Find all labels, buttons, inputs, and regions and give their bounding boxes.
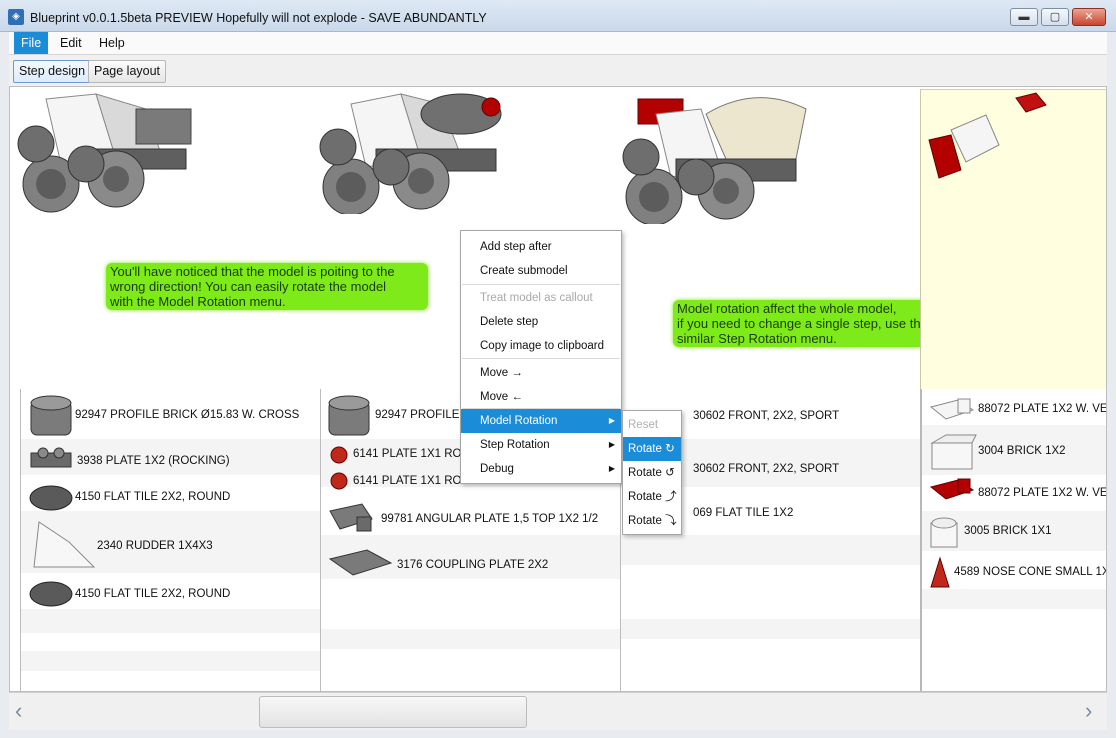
part-label: 2340 RUDDER 1X4X3 <box>97 540 213 552</box>
part-label: 30602 FRONT, 2X2, SPORT <box>693 463 840 475</box>
part-92947-icon <box>30 395 72 436</box>
window-title: Blueprint v0.0.1.5beta PREVIEW Hopefully… <box>30 11 487 25</box>
part-3004-icon <box>930 434 977 470</box>
part-3176-icon <box>328 549 393 576</box>
part-label: 3005 BRICK 1X1 <box>964 525 1052 537</box>
part-label: 92947 PROFILE BRICK Ø15.83 W. CROSS <box>75 409 300 421</box>
note-line: wrong direction! You can easily rotate t… <box>110 279 387 294</box>
part-2340-icon <box>33 521 96 568</box>
part-4589-icon <box>930 556 950 588</box>
menu-step-rotation-label: Step Rotation <box>480 439 550 451</box>
note-line: with the Model Rotation menu. <box>110 294 286 309</box>
bom-list-callout: 88072 PLATE 1X2 W. VERTI 3004 BRICK 1X2 … <box>920 389 1107 691</box>
callout-model-image[interactable] <box>921 90 1051 190</box>
table-row <box>21 651 320 671</box>
menu-debug[interactable]: Debug ▶ <box>461 457 621 481</box>
part-label: 99781 ANGULAR PLATE 1,5 TOP 1X2 1/2 <box>381 513 599 525</box>
part-88072-red-icon <box>929 478 975 500</box>
tab-page-layout[interactable]: Page layout <box>88 60 167 83</box>
submenu-arrow-icon: ▶ <box>608 416 615 425</box>
scroll-left-arrow-icon[interactable]: ‹ <box>15 700 31 722</box>
menu-move-right[interactable]: Move → <box>461 361 621 385</box>
table-row <box>321 629 620 649</box>
scroll-right-arrow-icon[interactable]: › <box>1085 700 1101 722</box>
note-line: Model rotation affect the whole model, <box>677 301 897 316</box>
minimize-button[interactable]: ▬ <box>1010 8 1038 26</box>
maximize-button[interactable]: ▢ <box>1041 8 1069 26</box>
menu-separator <box>462 358 620 359</box>
part-3938-icon <box>30 447 72 468</box>
menu-edit[interactable]: Edit <box>53 32 89 54</box>
part-label: 4150 FLAT TILE 2X2, ROUND <box>75 491 231 503</box>
maximize-icon: ▢ <box>1049 11 1061 23</box>
submenu-rotate-up[interactable]: Rotate ⤴ <box>623 485 681 509</box>
part-label: 069 FLAT TILE 1X2 <box>693 507 794 519</box>
step-1-model-image[interactable] <box>16 89 206 214</box>
title-bar: ◈ Blueprint v0.0.1.5beta PREVIEW Hopeful… <box>0 0 1116 32</box>
table-row <box>922 589 1106 609</box>
menu-copy-image[interactable]: Copy image to clipboard <box>461 334 621 358</box>
part-92947-icon <box>328 395 370 436</box>
table-row <box>621 535 920 565</box>
menu-bar: File Edit Help <box>9 32 1107 55</box>
menu-create-submodel[interactable]: Create submodel <box>461 259 621 283</box>
table-row <box>621 619 920 639</box>
note-line: if you need to change a single step, use… <box>677 316 928 331</box>
close-button[interactable]: ✕ <box>1072 8 1106 26</box>
submenu-reset: Reset <box>628 419 659 431</box>
menu-file[interactable]: File <box>14 32 49 54</box>
part-label: 88072 PLATE 1X2 W. VERTI <box>978 403 1107 415</box>
submenu-rotate-cw[interactable]: Rotate ↻ <box>623 437 681 461</box>
note-line: You'll have noticed that the model is po… <box>110 264 395 279</box>
part-label: 4150 FLAT TILE 2X2, ROUND <box>75 588 231 600</box>
part-6141-icon <box>330 446 348 464</box>
menu-model-rotation[interactable]: Model Rotation ▶ <box>461 409 621 433</box>
part-4150-icon <box>29 581 73 607</box>
menu-add-step-after[interactable]: Add step after <box>461 235 621 259</box>
submenu-arrow-icon: ▶ <box>608 464 615 473</box>
tab-step-design[interactable]: Step design <box>13 60 92 83</box>
part-label: 3176 COUPLING PLATE 2X2 <box>397 559 549 571</box>
part-label: 3938 PLATE 1X2 (ROCKING) <box>77 455 230 467</box>
part-label: 88072 PLATE 1X2 W. VERTI <box>978 487 1107 499</box>
note-line: similar Step Rotation menu. <box>677 331 837 346</box>
submenu-arrow-icon: ▶ <box>608 440 615 449</box>
bom-list-step-1: 92947 PROFILE BRICK Ø15.83 W. CROSS 3938… <box>20 389 320 691</box>
close-icon: ✕ <box>1084 11 1094 23</box>
step-3-model-image[interactable] <box>616 89 816 224</box>
menu-delete-step[interactable]: Delete step <box>461 310 621 334</box>
menu-treat-as-callout: Treat model as callout <box>480 292 593 304</box>
step-2-model-image[interactable] <box>316 89 516 214</box>
tab-bar: Step design Page layout <box>9 55 1107 86</box>
part-88072-icon <box>929 398 975 420</box>
submenu-rotate-down[interactable]: Rotate ⤵ <box>623 509 681 533</box>
menu-debug-label: Debug <box>480 463 514 475</box>
tip-note-left[interactable]: You'll have noticed that the model is po… <box>106 263 428 310</box>
table-row <box>21 609 320 633</box>
menu-step-rotation[interactable]: Step Rotation ▶ <box>461 433 621 457</box>
submenu-rotate-ccw[interactable]: Rotate ↺ <box>623 461 681 485</box>
part-label: 30602 FRONT, 2X2, SPORT <box>693 410 840 422</box>
menu-move-left[interactable]: Move ← <box>461 385 621 409</box>
horizontal-scrollbar[interactable]: ‹ › <box>9 692 1107 730</box>
menu-separator <box>462 284 620 285</box>
tip-note-right[interactable]: Model rotation affect the whole model, i… <box>673 300 961 347</box>
part-label: 4589 NOSE CONE SMALL 1X1 <box>954 566 1107 578</box>
menu-help[interactable]: Help <box>92 32 132 54</box>
part-99781-icon <box>329 503 373 532</box>
part-6141-icon <box>330 472 348 490</box>
part-3005-icon <box>930 517 958 548</box>
menu-model-rotation-label: Model Rotation <box>480 415 558 427</box>
part-4150-icon <box>29 485 73 511</box>
part-label: 3004 BRICK 1X2 <box>978 445 1066 457</box>
minimize-icon: ▬ <box>1018 11 1030 23</box>
app-logo-icon: ◈ <box>8 9 24 25</box>
model-rotation-submenu: Reset Rotate ↻ Rotate ↺ Rotate ⤴ Rotate … <box>622 410 682 535</box>
scroll-thumb[interactable] <box>259 696 527 728</box>
step-context-menu: Add step after Create submodel Treat mod… <box>460 230 622 484</box>
